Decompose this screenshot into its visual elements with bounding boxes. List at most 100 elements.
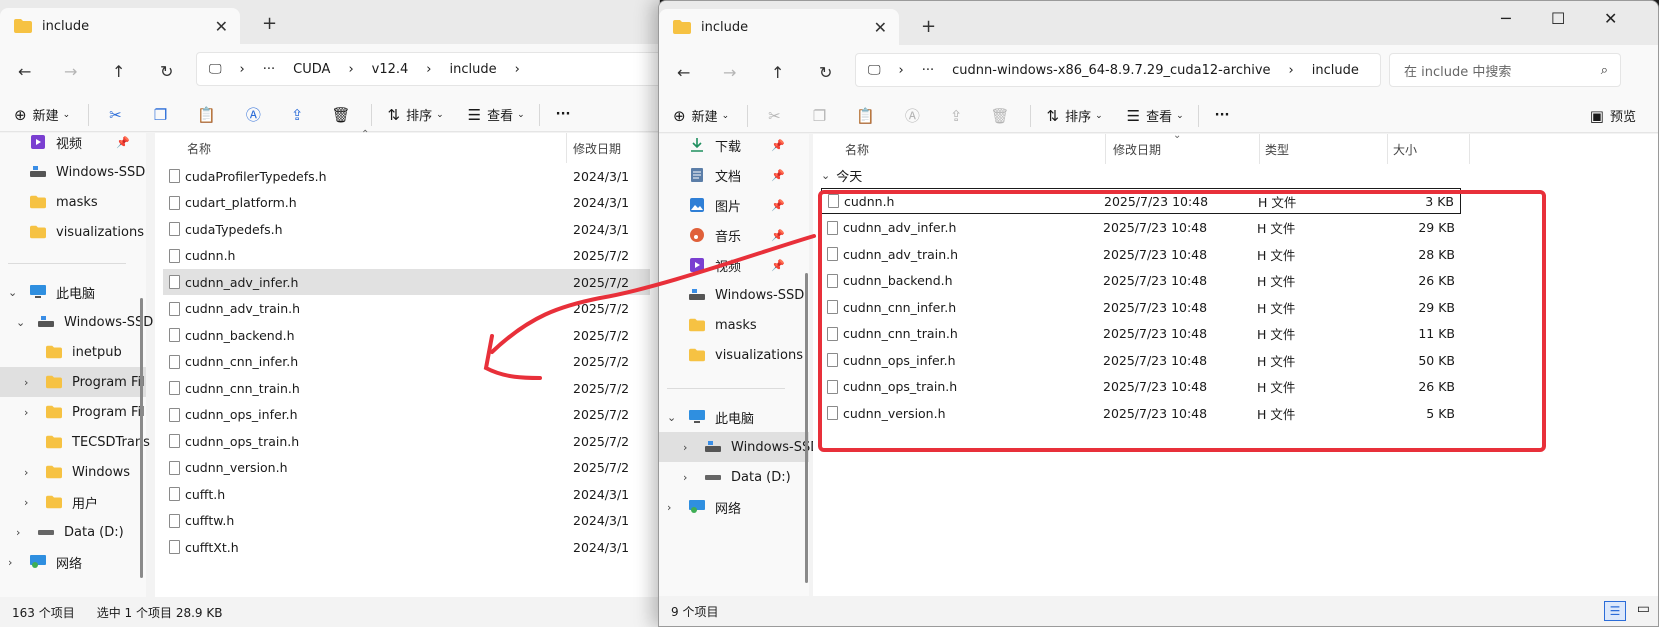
table-row[interactable]: cudnn_adv_train.h 2025/7/2	[163, 296, 650, 322]
table-row[interactable]: cudnn_adv_infer.h 2025/7/2	[163, 269, 650, 295]
chevron-right-icon[interactable]: ›	[667, 501, 671, 514]
chevron-right-icon[interactable]: ›	[683, 441, 687, 454]
sidebar-item[interactable]: masks	[0, 187, 146, 217]
sidebar-item[interactable]: TECSDTrans	[0, 427, 150, 457]
back-icon[interactable]: ←	[677, 63, 690, 82]
breadcrumb-item[interactable]: cudnn-windows-x86_64-8.9.7.29_cuda12-arc…	[952, 63, 1270, 78]
more-icon[interactable]: ···	[263, 62, 275, 77]
table-row[interactable]: cudnn.h 2025/7/2	[163, 243, 650, 269]
chevron-right-icon[interactable]: ›	[683, 471, 687, 484]
view-button[interactable]: ☰ 查看 ⌄	[468, 101, 525, 129]
sidebar-item[interactable]: visualizations	[0, 217, 146, 247]
sidebar-item[interactable]: › 网络	[0, 547, 146, 577]
breadcrumb-item[interactable]: include	[1312, 63, 1359, 78]
group-header-today[interactable]: ⌄ 今天	[821, 164, 862, 186]
chevron-right-icon[interactable]: ›	[8, 556, 12, 569]
sidebar-item[interactable]: › 用户	[0, 487, 146, 517]
column-name[interactable]: 名称	[187, 140, 211, 157]
breadcrumb[interactable]: 🖵 › ··· cudnn-windows-x86_64-8.9.7.29_cu…	[855, 53, 1381, 87]
rename-button[interactable]: Ⓐ	[246, 101, 267, 129]
rename-button[interactable]: Ⓐ	[905, 102, 926, 130]
new-tab-icon[interactable]: +	[921, 16, 936, 37]
refresh-icon[interactable]: ↻	[160, 62, 173, 81]
sidebar-item[interactable]: Windows-SSD	[0, 157, 146, 187]
cut-button[interactable]: ✂	[109, 101, 128, 129]
table-row[interactable]: cufft.h 2024/3/1	[163, 481, 650, 507]
sort-button[interactable]: ⇅ 排序 ⌄	[388, 101, 444, 129]
sidebar-item[interactable]: Windows-SSD	[659, 280, 809, 310]
share-button[interactable]: ⇪	[950, 102, 969, 130]
nav-scrollbar[interactable]	[140, 298, 143, 578]
chevron-right-icon[interactable]: ›	[24, 466, 28, 479]
sidebar-item[interactable]: › Data (D:)	[0, 517, 146, 547]
sidebar-item[interactable]: 文档 📌	[659, 160, 809, 190]
column-separator[interactable]	[566, 133, 567, 163]
sidebar-item[interactable]: visualizations	[659, 340, 809, 370]
minimize-icon[interactable]: ─	[1501, 9, 1511, 28]
paste-button[interactable]: 📋	[197, 101, 222, 129]
sidebar-item[interactable]: › Windows-SSD	[659, 432, 820, 462]
sidebar-item[interactable]: inetpub	[0, 337, 146, 367]
copy-button[interactable]: ❐	[813, 102, 832, 130]
sidebar-item[interactable]: › Program Fil	[0, 397, 146, 427]
paste-button[interactable]: 📋	[856, 102, 881, 130]
view-button[interactable]: ☰ 查看 ⌄	[1127, 102, 1184, 130]
column-separator[interactable]	[1105, 134, 1106, 164]
table-row[interactable]: cudnn_ops_train.h 2025/7/2	[163, 428, 650, 454]
nav-scrollbar[interactable]	[805, 273, 808, 583]
close-tab-icon[interactable]: ✕	[215, 17, 228, 36]
refresh-icon[interactable]: ↻	[819, 63, 832, 82]
forward-icon[interactable]: →	[723, 63, 736, 82]
table-row[interactable]: cufftXt.h 2024/3/1	[163, 534, 650, 560]
search-input[interactable]: 在 include 中搜索 ⌕	[1389, 53, 1621, 87]
table-row[interactable]: cudaProfilerTypedefs.h 2024/3/1	[163, 163, 650, 189]
chevron-right-icon[interactable]: ›	[24, 496, 28, 509]
sidebar-item[interactable]: masks	[659, 310, 809, 340]
close-window-icon[interactable]: ✕	[1604, 9, 1617, 28]
chevron-right-icon[interactable]: ›	[16, 526, 20, 539]
table-row[interactable]: cufftw.h 2024/3/1	[163, 508, 650, 534]
table-row[interactable]: cudaTypedefs.h 2024/3/1	[163, 216, 650, 242]
column-separator[interactable]	[1469, 134, 1470, 164]
sidebar-item[interactable]: › 网络	[659, 492, 809, 522]
maximize-icon[interactable]: ☐	[1551, 9, 1565, 28]
sidebar-item[interactable]: › Data (D:)	[659, 462, 809, 492]
sidebar-item[interactable]: 图片 📌	[659, 190, 809, 220]
close-tab-icon[interactable]: ✕	[874, 18, 887, 37]
sidebar-item[interactable]: 视频 📌	[659, 250, 809, 280]
sidebar-item[interactable]: ⌄ 此电脑	[0, 277, 146, 307]
chevron-down-icon[interactable]: ⌄	[16, 316, 25, 329]
new-button[interactable]: ⊕ 新建 ⌄	[14, 101, 70, 129]
column-separator[interactable]	[1387, 134, 1388, 164]
column-type[interactable]: 类型	[1265, 141, 1289, 158]
delete-button[interactable]: 🗑	[331, 101, 356, 129]
sidebar-item[interactable]: 下载 📌	[659, 130, 809, 160]
more-options-button[interactable]: ···	[556, 101, 571, 129]
new-tab-icon[interactable]: +	[262, 13, 277, 34]
new-button[interactable]: ⊕ 新建 ⌄	[673, 102, 729, 130]
column-separator[interactable]	[1259, 134, 1260, 164]
table-row[interactable]: cudnn_backend.h 2025/7/2	[163, 322, 650, 348]
chevron-down-icon[interactable]: ⌄	[667, 411, 676, 424]
column-name[interactable]: 名称	[845, 141, 869, 158]
sort-button[interactable]: ⇅ 排序 ⌄	[1047, 102, 1103, 130]
breadcrumb-item[interactable]: v12.4	[372, 62, 409, 77]
cut-button[interactable]: ✂	[768, 102, 787, 130]
column-date[interactable]: 修改日期	[1113, 141, 1161, 158]
tiles-view-icon[interactable]: ▭	[1637, 601, 1650, 617]
chevron-right-icon[interactable]: ›	[24, 406, 28, 419]
sidebar-item[interactable]: ⌄ 此电脑	[659, 402, 809, 432]
column-size[interactable]: 大小	[1393, 141, 1417, 158]
table-row[interactable]: cudnn_cnn_infer.h 2025/7/2	[163, 349, 650, 375]
chevron-down-icon[interactable]: ⌄	[8, 286, 17, 299]
up-icon[interactable]: ↑	[771, 63, 784, 82]
column-date[interactable]: 修改日期	[573, 140, 621, 157]
details-view-icon[interactable]: ☰	[1604, 601, 1626, 621]
tab-include[interactable]: include ✕	[0, 8, 240, 44]
forward-icon[interactable]: →	[64, 62, 77, 81]
preview-button[interactable]: ▣ 预览	[1590, 102, 1636, 130]
breadcrumb-item[interactable]: CUDA	[293, 62, 330, 77]
more-icon[interactable]: ···	[922, 63, 934, 78]
sidebar-item[interactable]: › Windows	[0, 457, 146, 487]
chevron-right-icon[interactable]: ›	[24, 376, 28, 389]
